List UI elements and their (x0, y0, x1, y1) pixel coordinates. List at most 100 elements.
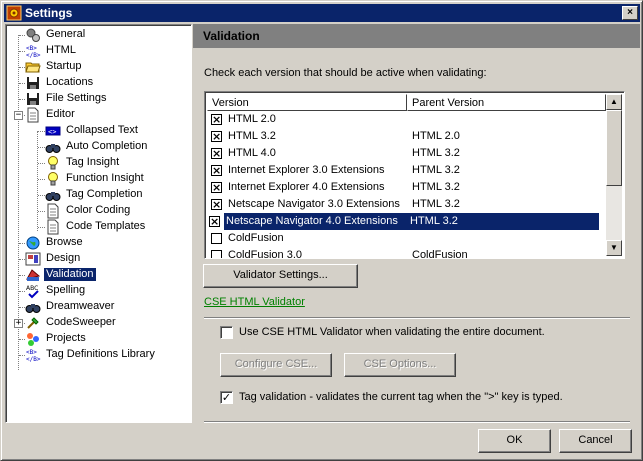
validation-icon (26, 269, 41, 281)
tree-item-label: Browse (46, 236, 83, 248)
separator (204, 421, 630, 423)
close-button[interactable]: × (622, 6, 638, 20)
cse-options-button[interactable]: CSE Options... (344, 353, 456, 377)
version-row[interactable]: × Internet Explorer 4.0 Extensions HTML 3.… (207, 179, 608, 196)
tree-connector (38, 131, 45, 132)
x-mark-icon: × (212, 164, 222, 177)
html-tag-icon: <B></B> (26, 349, 41, 363)
tree-connector (38, 147, 45, 148)
svg-text:<>: <> (48, 128, 56, 136)
parent-version: HTML 3.2 (410, 215, 458, 227)
configure-cse-button[interactable]: Configure CSE... (220, 353, 332, 377)
scroll-down-button[interactable]: ▼ (606, 240, 622, 256)
collapsed-text-icon: <> (45, 126, 61, 136)
scroll-down-icon: ▼ (610, 243, 618, 252)
cse-html-validator-link[interactable]: CSE HTML Validator (204, 296, 305, 308)
version-checkbox[interactable]: × (209, 216, 220, 227)
column-header-parent-version[interactable]: Parent Version (407, 94, 606, 111)
binoculars-icon (25, 304, 41, 313)
settings-window: Settings × General <B> </B> HTML Startup Loca… (0, 0, 643, 461)
settings-tree[interactable]: General <B> </B> HTML Startup Locations File S… (5, 24, 192, 423)
version-row[interactable]: × HTML 3.2 HTML 2.0 (207, 128, 608, 145)
tree-item-label: Projects (46, 332, 86, 344)
codesweeper-expand-toggle[interactable]: + (14, 319, 23, 328)
svg-text:</B>: </B> (26, 52, 41, 59)
version-checkbox[interactable]: × (211, 182, 222, 193)
version-name: HTML 4.0 (228, 147, 276, 159)
x-mark-icon: × (212, 181, 222, 194)
version-checkbox[interactable] (211, 250, 222, 258)
floppy-disk-icon (27, 93, 39, 105)
tree-connector (37, 131, 38, 231)
version-checkbox[interactable]: × (211, 165, 222, 176)
tree-item-label: Auto Completion (66, 140, 148, 152)
separator (204, 317, 630, 319)
tree-item-label: Locations (46, 76, 94, 88)
tree-item-label: Editor (46, 108, 75, 120)
document-icon (27, 107, 39, 123)
scroll-up-button[interactable]: ▲ (606, 94, 622, 110)
x-mark-icon: × (212, 147, 222, 160)
spelling-icon: ABC (26, 285, 39, 299)
parent-version: HTML 2.0 (412, 130, 460, 142)
svg-text:ABC: ABC (26, 285, 38, 292)
tree-item-label: Tag Insight (66, 156, 120, 168)
ok-button[interactable]: OK (478, 429, 551, 453)
version-checkbox[interactable]: × (211, 199, 222, 210)
tree-item-label: Tag Completion (66, 188, 143, 200)
cancel-button[interactable]: Cancel (559, 429, 632, 453)
version-name: Netscape Navigator 4.0 Extensions (226, 215, 398, 227)
tree-item-label: Validation (44, 268, 96, 281)
tree-item-label: Startup (46, 60, 82, 72)
version-row[interactable]: ColdFusion (207, 230, 608, 247)
panel-header: Validation (193, 24, 640, 48)
tree-connector (38, 211, 45, 212)
gears-icon (26, 28, 40, 42)
svg-text:<B>: <B> (26, 45, 37, 52)
tag-validation-checkbox[interactable]: ✓ (220, 391, 233, 404)
version-checkbox[interactable]: × (211, 148, 222, 159)
tree-connector (38, 163, 45, 164)
editor-collapse-toggle[interactable]: − (14, 111, 23, 120)
binoculars-icon (45, 144, 61, 153)
scroll-up-icon: ▲ (610, 97, 618, 106)
version-checkbox[interactable]: × (211, 114, 222, 125)
version-row[interactable]: × Netscape Navigator 4.0 Extensions HTML 3… (209, 213, 599, 230)
column-header-version[interactable]: Version (207, 94, 407, 111)
version-row[interactable]: × HTML 4.0 HTML 3.2 (207, 145, 608, 162)
version-row[interactable]: × Netscape Navigator 3.0 Extensions HTML 3… (207, 196, 608, 213)
use-cse-label: Use CSE HTML Validator when validating t… (239, 326, 545, 338)
tree-item-label: Code Templates (66, 220, 146, 232)
floppy-disk-icon (27, 77, 39, 89)
design-icon (25, 252, 41, 266)
list-scrollbar[interactable]: ▲ ▼ (606, 94, 622, 256)
x-mark-icon: × (212, 130, 222, 143)
version-checkbox[interactable] (211, 233, 222, 244)
parent-version: HTML 3.2 (412, 181, 460, 193)
tree-item-label: CodeSweeper (46, 316, 116, 328)
lightbulb-icon (48, 156, 58, 170)
scroll-thumb[interactable] (606, 110, 622, 186)
version-name: ColdFusion (228, 232, 284, 244)
tree-item-label: Collapsed Text (66, 124, 138, 136)
tree-item-label: Dreamweaver (46, 300, 115, 312)
parent-version: ColdFusion (412, 249, 468, 259)
document-icon (47, 203, 59, 219)
tree-item-label: File Settings (46, 92, 107, 104)
version-row[interactable]: ColdFusion 3.0 ColdFusion (207, 247, 608, 259)
document-icon (47, 219, 59, 235)
x-mark-icon: × (212, 198, 222, 211)
validator-settings-button[interactable]: Validator Settings... (203, 264, 358, 288)
version-row[interactable]: × Internet Explorer 3.0 Extensions HTML 3.… (207, 162, 608, 179)
version-name: ColdFusion 3.0 (228, 249, 302, 259)
version-list[interactable]: Version Parent Version × HTML 2.0 × HTML 3.… (204, 91, 625, 259)
tree-item-label: Design (46, 252, 81, 264)
version-row[interactable]: × HTML 2.0 (207, 111, 608, 128)
title-bar[interactable]: Settings × (4, 4, 640, 22)
use-cse-checkbox[interactable] (220, 326, 233, 339)
version-checkbox[interactable]: × (211, 131, 222, 142)
tree-item-label: Spelling (46, 284, 86, 296)
binoculars-icon (45, 192, 61, 201)
version-name: HTML 2.0 (228, 113, 276, 125)
tree-item-label: Color Coding (66, 204, 131, 216)
